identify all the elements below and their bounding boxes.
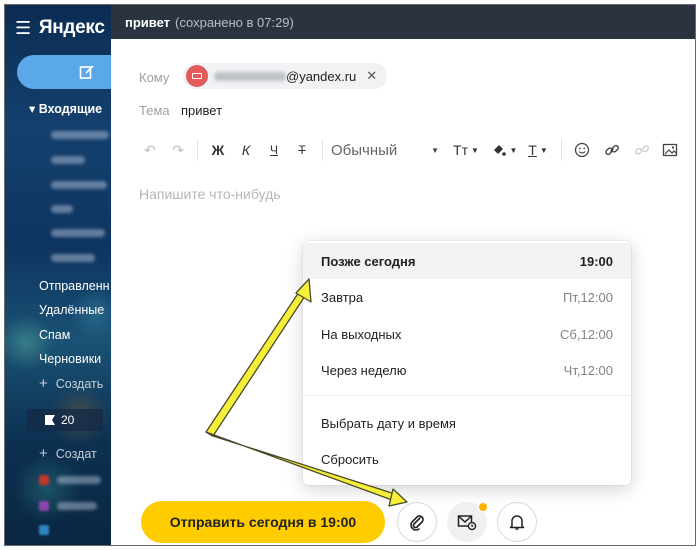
list-item[interactable] bbox=[51, 181, 107, 189]
subject-label: Тема bbox=[139, 103, 170, 118]
schedule-option-time: 19:00 bbox=[579, 253, 613, 269]
close-icon[interactable]: ✕ bbox=[366, 68, 377, 84]
unlink-icon[interactable] bbox=[630, 138, 654, 162]
paperclip-icon bbox=[410, 515, 424, 531]
folder-inbox[interactable]: ▾ Входящие bbox=[29, 101, 102, 116]
font-size-select[interactable]: Тт ▼ bbox=[447, 138, 485, 162]
fill-color-icon[interactable]: ▼ bbox=[487, 138, 521, 162]
schedule-option-next-week[interactable]: Через неделю Чт,12:00 bbox=[303, 352, 631, 388]
flag-icon bbox=[45, 415, 55, 425]
reset-label: Сбросить bbox=[321, 451, 379, 467]
screenshot-frame: ☰ Яндекс ▾ Входящие Отправленн Удалённые… bbox=[4, 4, 696, 546]
label-item[interactable] bbox=[39, 501, 49, 511]
label-item[interactable] bbox=[39, 525, 49, 535]
avatar bbox=[186, 65, 208, 87]
reminder-button[interactable] bbox=[497, 502, 537, 542]
compose-titlebar[interactable]: привет (сохранено в 07:29) bbox=[111, 5, 695, 39]
list-item[interactable] bbox=[51, 229, 105, 237]
saved-status: (сохранено в 07:29) bbox=[175, 14, 294, 30]
image-icon[interactable] bbox=[658, 138, 682, 162]
recipient-email: @yandex.ru bbox=[214, 69, 356, 84]
strikethrough-button[interactable]: Т bbox=[290, 138, 314, 162]
subject-field[interactable]: привет bbox=[181, 103, 222, 118]
underline-button[interactable]: Ч bbox=[262, 138, 286, 162]
plus-icon: + bbox=[39, 445, 48, 462]
logo[interactable]: ☰ Яндекс bbox=[15, 17, 105, 39]
schedule-send-button[interactable] bbox=[447, 502, 488, 542]
link-icon[interactable] bbox=[600, 138, 624, 162]
edit-icon bbox=[79, 65, 94, 79]
message-body[interactable]: Напишите что-нибудь bbox=[139, 186, 281, 202]
pick-datetime-option[interactable]: Выбрать дату и время bbox=[303, 405, 631, 441]
envelope-clock-icon bbox=[457, 515, 477, 531]
schedule-option-time: Сб,12:00 bbox=[560, 326, 613, 342]
text-color-select[interactable]: Т ▼ bbox=[523, 138, 553, 162]
send-button[interactable]: Отправить сегодня в 19:00 bbox=[141, 501, 385, 543]
create-label-label: Создат bbox=[55, 447, 97, 461]
emoji-icon[interactable] bbox=[570, 138, 594, 162]
reset-option[interactable]: Сбросить bbox=[303, 441, 631, 477]
create-label-button[interactable]: + Создат bbox=[39, 445, 97, 462]
plus-icon: + bbox=[39, 375, 48, 392]
recipient-chip[interactable]: @yandex.ru ✕ bbox=[183, 63, 388, 89]
flagged-label[interactable]: 20 bbox=[27, 409, 103, 431]
folder-sent[interactable]: Отправленн bbox=[39, 279, 110, 293]
notification-dot bbox=[478, 502, 488, 512]
list-item[interactable] bbox=[57, 502, 97, 510]
attach-button[interactable] bbox=[397, 502, 437, 542]
folder-drafts[interactable]: Черновики bbox=[39, 352, 101, 366]
schedule-option-later-today[interactable]: Позже сегодня 19:00 bbox=[303, 243, 631, 279]
to-label: Кому bbox=[139, 70, 170, 85]
schedule-option-label: Через неделю bbox=[321, 362, 407, 378]
schedule-option-label: Позже сегодня bbox=[321, 253, 416, 269]
folder-inbox-label: Входящие bbox=[38, 102, 103, 116]
schedule-option-time: Пт,12:00 bbox=[562, 289, 613, 305]
bell-icon bbox=[509, 515, 525, 530]
undo-icon[interactable]: ↶ bbox=[139, 138, 161, 162]
sidebar: ☰ Яндекс ▾ Входящие Отправленн Удалённые… bbox=[5, 5, 127, 545]
paragraph-style-value: Обычный bbox=[331, 141, 398, 159]
schedule-option-time: Чт,12:00 bbox=[563, 362, 613, 378]
bold-button[interactable]: Ж bbox=[206, 138, 230, 162]
schedule-option-tomorrow[interactable]: Завтра Пт,12:00 bbox=[303, 279, 631, 315]
menu-icon[interactable]: ☰ bbox=[15, 18, 31, 39]
pick-datetime-label: Выбрать дату и время bbox=[321, 415, 456, 431]
list-item[interactable] bbox=[51, 156, 85, 164]
folder-deleted[interactable]: Удалённые bbox=[39, 303, 104, 317]
schedule-send-menu: Позже сегодня 19:00 Завтра Пт,12:00 На в… bbox=[303, 241, 631, 485]
paragraph-style-select[interactable]: Обычный ▼ bbox=[331, 138, 439, 162]
list-item[interactable] bbox=[51, 131, 109, 139]
folder-spam[interactable]: Спам bbox=[39, 328, 70, 342]
schedule-option-label: На выходных bbox=[321, 326, 402, 342]
logo-text: Яндекс bbox=[38, 17, 105, 38]
create-folder-label: Создать bbox=[55, 377, 104, 391]
flagged-count: 20 bbox=[61, 413, 75, 427]
list-item[interactable] bbox=[51, 254, 95, 262]
create-folder-button[interactable]: + Создать bbox=[39, 375, 103, 392]
menu-divider bbox=[303, 395, 631, 396]
schedule-option-weekend[interactable]: На выходных Сб,12:00 bbox=[303, 316, 631, 352]
label-item[interactable] bbox=[39, 475, 49, 485]
list-item[interactable] bbox=[57, 476, 101, 484]
schedule-option-label: Завтра bbox=[321, 289, 364, 305]
list-item[interactable] bbox=[51, 205, 73, 213]
redo-icon[interactable]: ↷ bbox=[167, 138, 189, 162]
compose-title: привет bbox=[125, 14, 171, 30]
italic-button[interactable]: К bbox=[234, 138, 258, 162]
format-toolbar: ↶ ↷ Ж К Ч Т Обычный ▼ Тт ▼ ▼ Т ▼ bbox=[139, 137, 682, 163]
